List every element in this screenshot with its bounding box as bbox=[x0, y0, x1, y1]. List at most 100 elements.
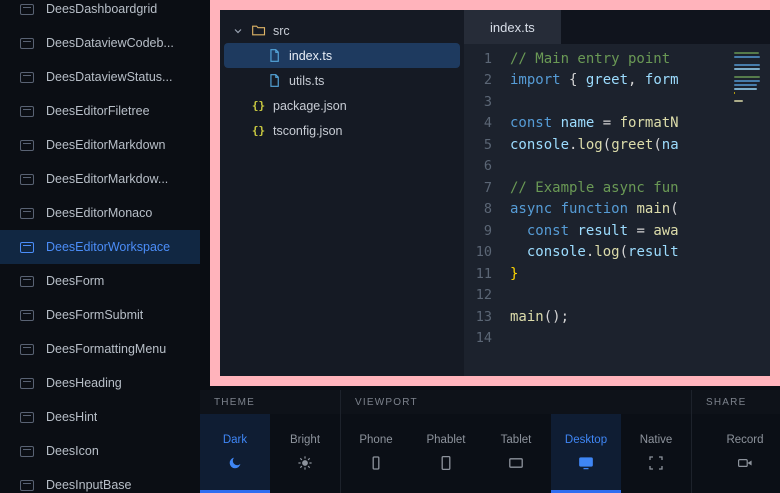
sidebar-item-deesicon[interactable]: DeesIcon bbox=[0, 434, 200, 468]
code-token: formatN bbox=[620, 115, 679, 131]
code-line: 3 bbox=[464, 91, 770, 113]
sidebar-item-deeseditormarkdown[interactable]: DeesEditorMarkdown bbox=[0, 128, 200, 162]
tab-index-ts[interactable]: index.ts bbox=[464, 10, 561, 44]
minimap-line bbox=[734, 88, 757, 90]
sidebar-item-label: DeesInputBase bbox=[46, 478, 131, 492]
sidebar-item-label: DeesEditorMonaco bbox=[46, 206, 152, 220]
toolbar-button-tablet[interactable]: Tablet bbox=[481, 414, 551, 493]
filetree-item-utils-ts[interactable]: utils.ts bbox=[224, 68, 460, 93]
toolbar-button-label: Phablet bbox=[426, 434, 465, 446]
code-line: 12 bbox=[464, 285, 770, 307]
code-token: const bbox=[527, 223, 569, 239]
toolbar-button-native[interactable]: Native bbox=[621, 414, 691, 493]
line-number: 10 bbox=[464, 244, 510, 260]
code-token: awa bbox=[653, 223, 678, 239]
component-icon bbox=[20, 310, 34, 321]
code-token: greet bbox=[611, 137, 653, 153]
toolbar-button-dark[interactable]: Dark bbox=[200, 414, 270, 493]
line-content: import { greet, form bbox=[510, 72, 770, 88]
toolbar-section-viewport: VIEWPORTPhone Phablet TabletDesktop Native bbox=[340, 390, 691, 493]
component-icon bbox=[20, 72, 34, 83]
sidebar-item-deeshint[interactable]: DeesHint bbox=[0, 400, 200, 434]
code-token bbox=[510, 244, 527, 260]
file-tree: srcindex.ts utils.ts {}package.json{}tscon… bbox=[220, 10, 464, 376]
component-icon bbox=[20, 276, 34, 287]
toolbar-button-label: Native bbox=[640, 434, 673, 446]
filetree-item-index-ts[interactable]: index.ts bbox=[224, 43, 460, 68]
toolbar-button-phone[interactable]: Phone bbox=[341, 414, 411, 493]
toolbar-section-label: SHARE bbox=[692, 390, 780, 414]
sidebar-item-label: DeesDataviewCodeb... bbox=[46, 36, 174, 50]
line-number: 11 bbox=[464, 266, 510, 282]
line-number: 7 bbox=[464, 180, 510, 196]
code-line: 8async function main( bbox=[464, 199, 770, 221]
file-name: utils.ts bbox=[289, 74, 324, 88]
sidebar-item-label: DeesHeading bbox=[46, 376, 122, 390]
code-token: name bbox=[561, 115, 595, 131]
code-area[interactable]: 1// Main entry point2import { greet, for… bbox=[464, 44, 770, 376]
line-content: } bbox=[510, 266, 770, 282]
toolbar-section-share: SHARERecord bbox=[691, 390, 780, 493]
sidebar-item-deesheading[interactable]: DeesHeading bbox=[0, 366, 200, 400]
demo-area: srcindex.tsutils.ts{}package.json{}tscon… bbox=[200, 0, 780, 390]
toolbar-button-desktop[interactable]: Desktop bbox=[551, 414, 621, 493]
code-token bbox=[552, 115, 560, 131]
editor-minimap[interactable] bbox=[734, 52, 762, 108]
sidebar-item-deesinputbase[interactable]: DeesInputBase bbox=[0, 468, 200, 493]
sidebar-item-label: DeesDataviewStatus... bbox=[46, 70, 172, 84]
desktop-icon bbox=[578, 455, 594, 471]
code-line: 4const name = formatN bbox=[464, 113, 770, 135]
toolbar-button-phablet[interactable]: Phablet bbox=[411, 414, 481, 493]
sidebar-item-label: DeesEditorFiletree bbox=[46, 104, 150, 118]
sidebar-item-deeseditorworkspace[interactable]: DeesEditorWorkspace bbox=[0, 230, 200, 264]
line-number: 9 bbox=[464, 223, 510, 239]
line-number: 12 bbox=[464, 287, 510, 303]
chevron-down-icon bbox=[232, 25, 244, 37]
code-line: 5console.log(greet(na bbox=[464, 134, 770, 156]
json-file-icon: {} bbox=[251, 123, 266, 138]
main-column: srcindex.tsutils.ts{}package.json{}tscon… bbox=[200, 0, 780, 493]
filetree-item-tsconfig-json[interactable]: {}tsconfig.json bbox=[224, 118, 460, 143]
code-token: console bbox=[510, 137, 569, 153]
tab-label: index.ts bbox=[490, 20, 535, 35]
filetree-item-package-json[interactable]: {}package.json bbox=[224, 93, 460, 118]
toolbar-buttons: Phone Phablet TabletDesktop Native bbox=[341, 414, 691, 493]
sidebar-item-deeseditormarkdow[interactable]: DeesEditorMarkdow... bbox=[0, 162, 200, 196]
sidebar-item-deeseditormonaco[interactable]: DeesEditorMonaco bbox=[0, 196, 200, 230]
sidebar-item-label: DeesFormattingMenu bbox=[46, 342, 166, 356]
sidebar-item-deesformattingmenu[interactable]: DeesFormattingMenu bbox=[0, 332, 200, 366]
sidebar-item-label: DeesEditorMarkdown bbox=[46, 138, 166, 152]
code-token: greet bbox=[586, 72, 628, 88]
editor-tab-bar: index.ts bbox=[464, 10, 770, 44]
ts-file-icon bbox=[267, 48, 282, 63]
record-icon bbox=[737, 455, 753, 471]
sidebar-item-deesdataviewstatus[interactable]: DeesDataviewStatus... bbox=[0, 60, 200, 94]
filetree-item-src[interactable]: src bbox=[224, 18, 460, 43]
sidebar-item-deesformsubmit[interactable]: DeesFormSubmit bbox=[0, 298, 200, 332]
line-number: 4 bbox=[464, 115, 510, 131]
sidebar-item-deeseditorfiletree[interactable]: DeesEditorFiletree bbox=[0, 94, 200, 128]
folder-open-icon bbox=[251, 23, 266, 38]
sidebar-item-deesdashboardgrid[interactable]: DeesDashboardgrid bbox=[0, 0, 200, 26]
app-root: DeesDashboardgrid DeesDataviewCodeb... Dee… bbox=[0, 0, 780, 493]
sidebar-item-deesdataviewcodeb[interactable]: DeesDataviewCodeb... bbox=[0, 26, 200, 60]
code-token: async bbox=[510, 201, 552, 217]
toolbar-buttons: DarkBright bbox=[200, 414, 340, 493]
line-content: // Main entry point bbox=[510, 51, 770, 67]
toolbar-section-theme: THEMEDarkBright bbox=[200, 390, 340, 493]
bottom-toolbar: THEMEDarkBrightVIEWPORTPhone Phablet Table… bbox=[200, 390, 780, 493]
line-content: const result = awa bbox=[510, 223, 770, 239]
line-number: 6 bbox=[464, 158, 510, 174]
code-line: 10 console.log(result bbox=[464, 242, 770, 264]
component-sidebar: DeesDashboardgrid DeesDataviewCodeb... Dee… bbox=[0, 0, 200, 493]
component-icon bbox=[20, 378, 34, 389]
toolbar-button-record[interactable]: Record bbox=[710, 414, 780, 493]
toolbar-section-label: VIEWPORT bbox=[341, 390, 691, 414]
toolbar-button-bright[interactable]: Bright bbox=[270, 414, 340, 493]
minimap-line bbox=[734, 56, 760, 58]
code-token: { bbox=[561, 72, 586, 88]
code-token: ( bbox=[670, 201, 678, 217]
sidebar-item-label: DeesFormSubmit bbox=[46, 308, 143, 322]
component-icon bbox=[20, 106, 34, 117]
sidebar-item-deesform[interactable]: DeesForm bbox=[0, 264, 200, 298]
